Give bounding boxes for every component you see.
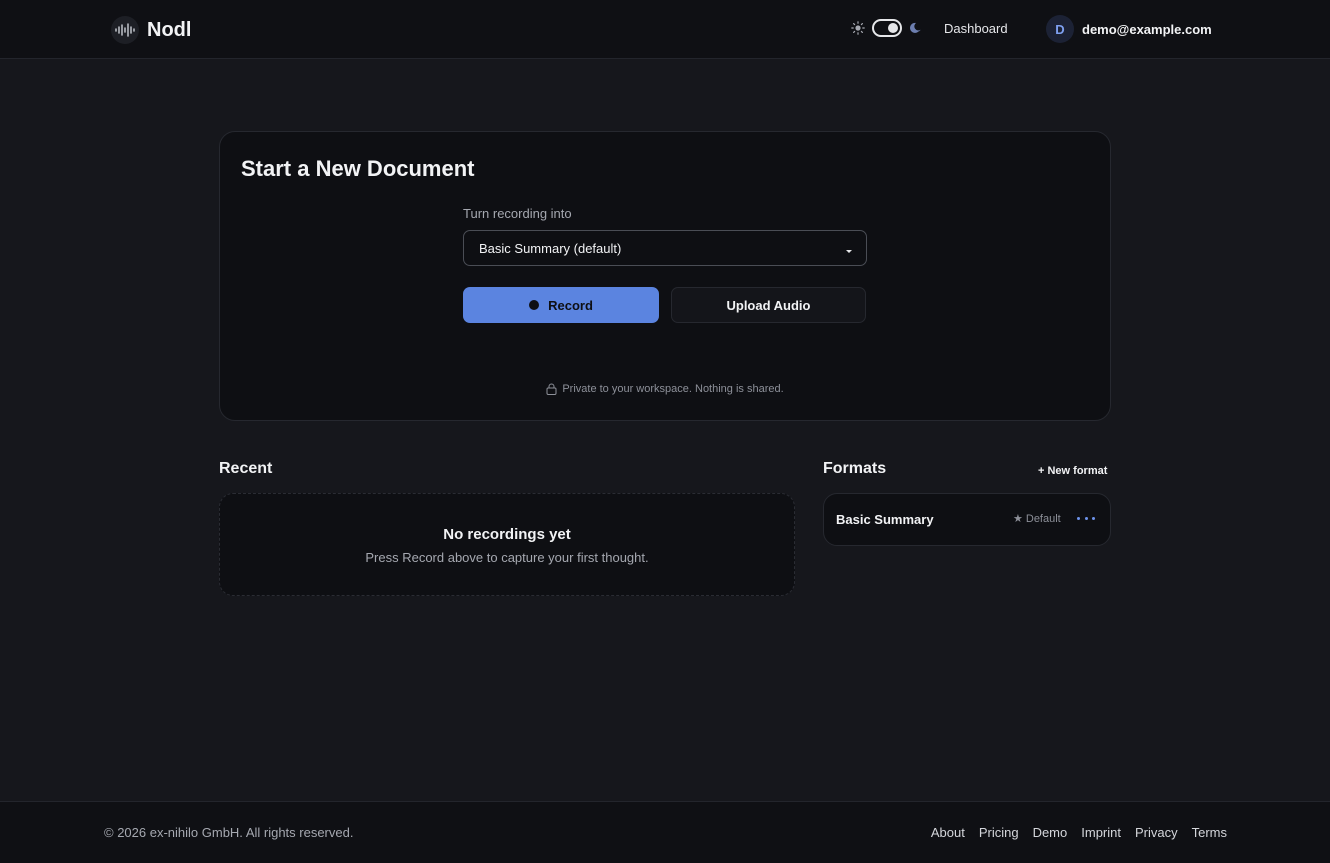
footer-link-demo[interactable]: Demo	[1033, 825, 1068, 840]
format-select-value: Basic Summary (default)	[479, 240, 622, 256]
theme-toggle[interactable]	[850, 19, 924, 37]
footer-link-about[interactable]: About	[931, 825, 965, 840]
more-options-icon[interactable]	[1077, 511, 1095, 525]
footer-link-privacy[interactable]: Privacy	[1135, 825, 1178, 840]
top-bar: Nodl Dashboard D demo@example.com	[0, 0, 1330, 59]
footer-link-pricing[interactable]: Pricing	[979, 825, 1019, 840]
sun-icon	[850, 20, 866, 36]
moon-icon	[908, 20, 924, 36]
brand-name: Nodl	[147, 18, 192, 41]
footer-link-terms[interactable]: Terms	[1192, 825, 1227, 840]
default-badge-label: Default	[1025, 512, 1061, 525]
recent-empty-state: No recordings yet Press Record above to …	[219, 493, 795, 596]
avatar: D	[1046, 15, 1074, 43]
brand-logo[interactable]: Nodl	[111, 16, 191, 44]
record-icon	[529, 300, 540, 310]
privacy-text: Private to your workspace. Nothing is sh…	[562, 383, 784, 395]
user-menu[interactable]: D demo@example.com	[1046, 15, 1212, 43]
chevron-down-icon	[844, 243, 854, 253]
lock-icon	[546, 383, 557, 395]
copyright: © 2026 ex-nihilo GmbH. All rights reserv…	[104, 825, 354, 840]
record-button-label: Record	[548, 297, 593, 313]
star-icon: ★	[1013, 513, 1023, 525]
recent-heading: Recent	[219, 460, 273, 477]
switch-knob	[888, 23, 898, 33]
format-select-label: Turn recording into	[463, 206, 572, 221]
theme-switch[interactable]	[872, 19, 902, 37]
footer: © 2026 ex-nihilo GmbH. All rights reserv…	[0, 801, 1330, 863]
upload-audio-button[interactable]: Upload Audio	[671, 287, 866, 323]
footer-link-imprint[interactable]: Imprint	[1081, 825, 1121, 840]
page-title: Start a New Document	[241, 156, 475, 181]
upload-audio-label: Upload Audio	[726, 297, 811, 313]
waveform-icon	[111, 16, 139, 44]
footer-links: About Pricing Demo Imprint Privacy Terms	[931, 825, 1227, 840]
nav-dashboard-link[interactable]: Dashboard	[944, 21, 1008, 36]
user-email: demo@example.com	[1082, 21, 1212, 37]
record-button[interactable]: Record	[463, 287, 659, 323]
formats-heading: Formats	[823, 460, 887, 477]
format-name: Basic Summary	[836, 512, 934, 527]
format-select[interactable]: Basic Summary (default)	[463, 230, 867, 266]
empty-state-title: No recordings yet	[443, 526, 571, 543]
empty-state-subtitle: Press Record above to capture your first…	[365, 550, 649, 565]
default-badge: ★ Default	[1013, 512, 1061, 526]
new-format-button[interactable]: + New format	[1038, 465, 1107, 477]
new-document-card: Start a New Document Turn recording into…	[219, 131, 1111, 421]
privacy-note: Private to your workspace. Nothing is sh…	[220, 383, 1110, 395]
format-list-item[interactable]: Basic Summary ★ Default	[823, 493, 1111, 546]
